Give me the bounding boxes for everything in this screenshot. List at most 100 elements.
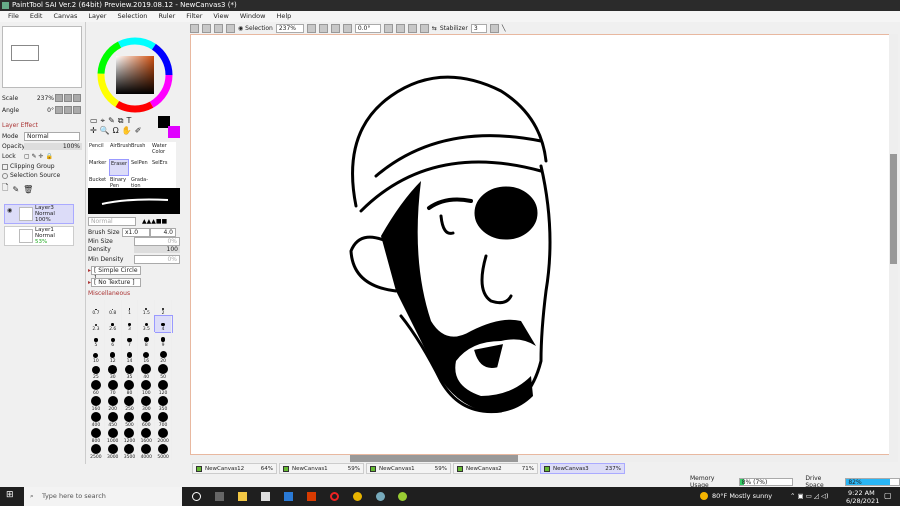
brush-size-preset[interactable]: 16 [138,348,156,364]
scale-row[interactable]: Scale 237% [2,94,82,102]
menu-canvas[interactable]: Canvas [53,11,77,22]
zoom-in-button[interactable] [330,23,340,33]
checkbox[interactable] [2,163,8,170]
rotate-left-button[interactable] [395,23,405,33]
zoom-in-button[interactable] [64,94,72,102]
brush-size-preset[interactable]: 160 [88,396,105,412]
selection-toggle[interactable]: ◉ Selection [238,25,273,32]
stabilizer-dropdown[interactable] [489,23,499,33]
blend-mode-value[interactable]: Normal [88,217,136,226]
rotation-dropdown[interactable] [383,23,393,33]
canvas-tab[interactable]: NewCanvas12 64% [192,463,277,474]
brush-size-preset[interactable]: 40 [138,364,156,380]
menu-layer[interactable]: Layer [88,11,106,22]
brush-size-preset[interactable]: 500 [122,412,139,428]
brush-size-preset[interactable]: 6 [105,332,122,348]
clipping-group-checkbox[interactable]: Clipping Group [2,163,55,170]
opacity-slider[interactable]: 100% [24,143,82,150]
system-tray-icons[interactable]: ⌃ ▣ ▭ ◿ ◁) [790,492,829,500]
miscellaneous-toggle[interactable]: Miscellaneous [88,290,130,297]
brush-size-preset[interactable]: 30 [105,364,122,380]
brush-texture-row[interactable]: ▸ [ No Texture ] [88,278,142,287]
brush-size-preset[interactable]: 400 [88,412,105,428]
zoom-out-button[interactable] [55,94,63,102]
min-size-slider[interactable]: 0% [134,237,180,246]
brush-size-preset[interactable]: 0.8 [105,300,122,316]
brush-size-preset[interactable]: 1000 [105,428,122,444]
windows-start-icon[interactable]: ⊞ [6,490,15,500]
rotate-reset-button[interactable] [419,23,429,33]
lock-icons[interactable]: ▢ ✎ ✛ 🔒 [24,153,53,160]
zoom-dropdown[interactable] [306,23,316,33]
brush-size-preset[interactable]: 4000 [138,444,156,460]
brush-size-preset[interactable]: 300 [138,396,156,412]
brush-size-preset[interactable]: 200 [105,396,122,412]
mode-select[interactable]: Normal [24,132,80,141]
brush-size-preset[interactable]: 4 [154,315,173,333]
rotate-reset-button[interactable] [73,106,81,114]
density-slider[interactable]: 100 [134,246,180,253]
menu-help[interactable]: Help [276,11,291,22]
mail-icon[interactable] [284,492,293,501]
layer-item[interactable]: Layer1 Normal 53% [4,226,74,246]
menu-filter[interactable]: Filter [186,11,202,22]
menu-edit[interactable]: Edit [30,11,43,22]
brush-size-preset[interactable]: 0.7 [88,300,105,316]
brush-size-preset[interactable]: 1 [122,300,139,316]
rotate-right-button[interactable] [64,106,72,114]
brush-size-preset[interactable]: 5 [88,332,105,348]
navigator-preview[interactable] [2,26,82,88]
brush-size-preset[interactable]: 50 [155,364,172,380]
brush-size-preset[interactable]: 35 [122,364,139,380]
brush-size-preset[interactable]: 1200 [122,428,139,444]
opera-icon[interactable] [330,492,339,501]
selection-tools[interactable]: ▭⌖✎⧉T ✛🔍Ω✋✐ [90,116,144,135]
store-icon[interactable] [261,492,270,501]
brush-size-preset[interactable]: 2500 [88,444,105,460]
brush-size-preset[interactable]: 3.5 [138,316,156,332]
brush-shape-icons[interactable]: ▲▲▲■■ [142,218,167,225]
rotation-input[interactable]: 0.0° [354,23,381,33]
menu-window[interactable]: Window [240,11,266,22]
cortana-icon[interactable] [192,492,201,501]
brush-shape-select[interactable]: [ Simple Circle ] [91,266,142,282]
horizontal-scroll-thumb[interactable] [350,455,518,462]
brush-size-preset[interactable]: 3000 [105,444,122,460]
brush-size-preset[interactable]: 1600 [138,428,156,444]
brush-size-preset[interactable]: 70 [105,380,122,396]
menu-ruler[interactable]: Ruler [158,11,175,22]
new-layer-icon[interactable]: 🗋 [2,182,8,196]
brush-tool-selers[interactable]: SelErs [151,159,171,176]
brush-size-preset[interactable]: 450 [105,412,122,428]
brush-size-preset[interactable]: 5000 [155,444,172,460]
invert-selection-button[interactable] [226,23,235,33]
checkbox[interactable] [2,172,8,179]
chrome-icon[interactable] [353,492,362,501]
flip-icon[interactable]: ⇆ [432,25,437,32]
brush-size-preset[interactable]: 80 [122,380,139,396]
brush-shape-row[interactable]: ▸ [ Simple Circle ] [88,266,142,282]
deselect-button[interactable] [214,23,223,33]
rotate-left-button[interactable] [55,106,63,114]
office-icon[interactable] [307,492,316,501]
brush-tool-water-color[interactable]: Water Color [151,142,171,159]
selection-source-checkbox[interactable]: Selection Source [2,172,60,179]
brush-size-preset[interactable]: 9 [155,332,172,348]
drawing-canvas[interactable] [190,34,898,455]
canvas-tab[interactable]: NewCanvas3 237% [540,463,625,474]
brush-size-preset[interactable]: 2.6 [105,316,122,332]
layer-effect-toggle[interactable]: Layer Effect [2,122,38,129]
new-folder-icon[interactable]: ✎ [12,185,19,194]
brush-tool-brush[interactable]: Brush [130,142,150,159]
brush-size-preset[interactable]: 800 [88,428,105,444]
undo-button[interactable] [190,23,199,33]
color-wheel[interactable] [96,36,174,114]
brush-size-preset[interactable]: 14 [122,348,139,364]
brush-size-multiplier[interactable]: x1.0 [122,228,150,237]
canvas-tab[interactable]: NewCanvas1 59% [279,463,364,474]
brush-size-preset[interactable]: 10 [88,348,105,364]
brush-tool-marker[interactable]: Marker [88,159,108,176]
line-icon[interactable]: ╲ [502,25,506,32]
secondary-color-swatch[interactable] [168,126,180,138]
menu-selection[interactable]: Selection [117,11,147,22]
